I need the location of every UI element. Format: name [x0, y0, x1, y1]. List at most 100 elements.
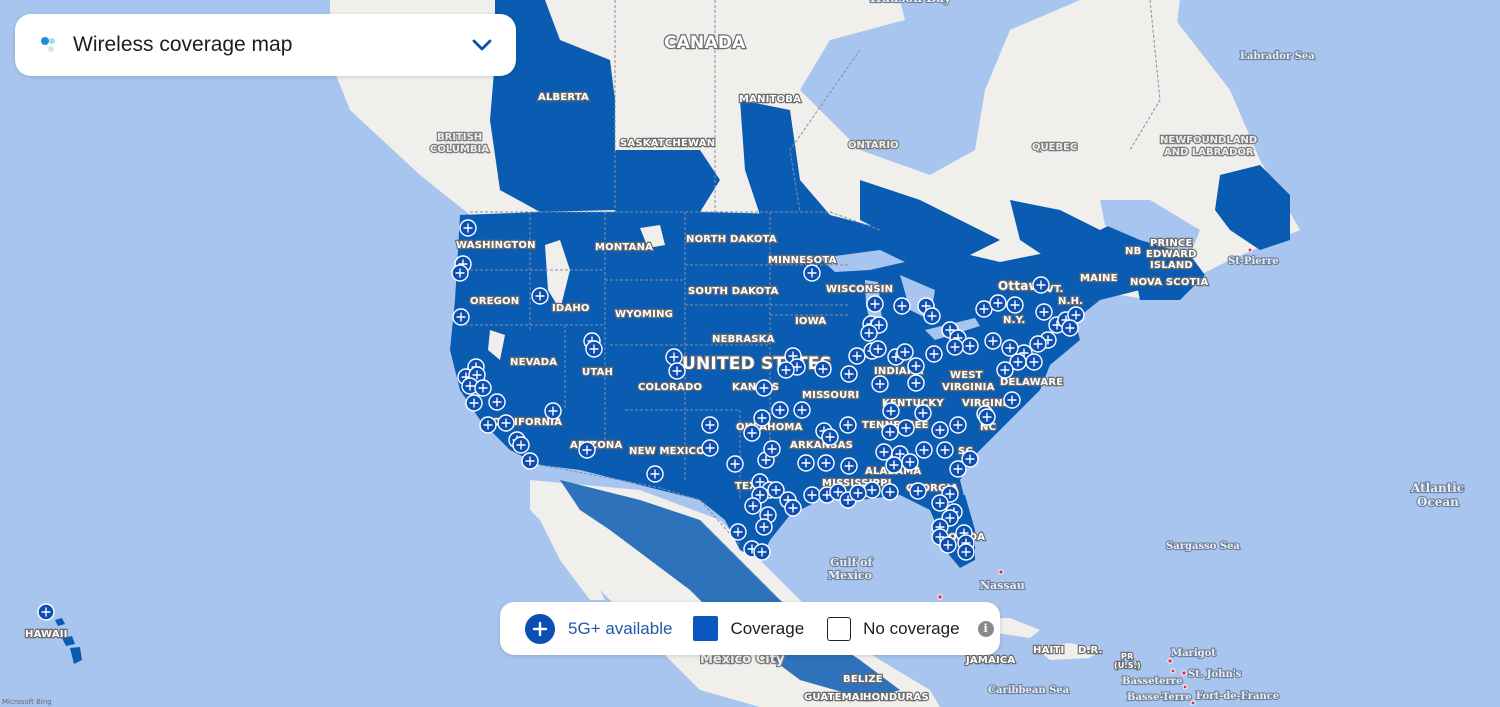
coverage-map-header[interactable]: Wireless coverage map — [15, 14, 516, 76]
5g-marker[interactable] — [726, 455, 744, 473]
5g-marker[interactable] — [848, 347, 866, 365]
5g-marker[interactable] — [931, 494, 949, 512]
chevron-down-icon[interactable] — [470, 33, 494, 57]
5g-marker[interactable] — [479, 416, 497, 434]
5g-marker[interactable] — [896, 343, 914, 361]
label-basse-terre: Basse-Terre — [1127, 692, 1192, 703]
5g-marker[interactable] — [821, 428, 839, 446]
5g-marker[interactable] — [521, 452, 539, 470]
5g-marker[interactable] — [1025, 353, 1043, 371]
plus-circle-icon — [525, 613, 555, 644]
5g-marker[interactable] — [743, 424, 761, 442]
5g-marker[interactable] — [744, 497, 762, 515]
5g-marker[interactable] — [512, 436, 530, 454]
info-icon[interactable]: i — [977, 620, 994, 637]
dots-logo-icon — [39, 34, 61, 56]
5g-marker[interactable] — [931, 421, 949, 439]
5g-marker[interactable] — [909, 482, 927, 500]
5g-marker[interactable] — [957, 543, 975, 561]
5g-marker[interactable] — [585, 340, 603, 358]
5g-marker[interactable] — [996, 361, 1014, 379]
5g-marker[interactable] — [869, 340, 887, 358]
5g-marker[interactable] — [465, 394, 483, 412]
5g-marker[interactable] — [840, 365, 858, 383]
5g-marker[interactable] — [817, 454, 835, 472]
5g-marker[interactable] — [803, 486, 821, 504]
5g-marker[interactable] — [897, 419, 915, 437]
5g-marker[interactable] — [907, 374, 925, 392]
5g-marker[interactable] — [784, 499, 802, 517]
5g-marker[interactable] — [946, 338, 964, 356]
5g-marker[interactable] — [925, 345, 943, 363]
5g-marker[interactable] — [961, 450, 979, 468]
5g-marker[interactable] — [893, 297, 911, 315]
label-pr: PR — [1121, 652, 1133, 661]
5g-marker[interactable] — [37, 603, 55, 621]
5g-marker[interactable] — [939, 536, 957, 554]
5g-marker[interactable] — [978, 408, 996, 426]
5g-marker[interactable] — [701, 439, 719, 457]
5g-marker[interactable] — [885, 456, 903, 474]
5g-marker[interactable] — [1006, 296, 1024, 314]
5g-marker[interactable] — [1003, 391, 1021, 409]
5g-marker[interactable] — [701, 416, 719, 434]
label-british-columbia-2: COLUMBIA — [430, 144, 489, 155]
5g-marker[interactable] — [915, 441, 933, 459]
5g-marker[interactable] — [866, 295, 884, 313]
5g-marker[interactable] — [668, 362, 686, 380]
5g-marker[interactable] — [474, 379, 492, 397]
5g-marker[interactable] — [497, 414, 515, 432]
5g-marker[interactable] — [729, 523, 747, 541]
label-new-mexico: NEW MEXICO — [629, 446, 705, 457]
5g-marker[interactable] — [1029, 335, 1047, 353]
5g-marker[interactable] — [881, 483, 899, 501]
5g-marker[interactable] — [451, 264, 469, 282]
5g-marker[interactable] — [814, 360, 832, 378]
5g-marker[interactable] — [771, 401, 789, 419]
coverage-map[interactable]: Hudson Bay CANADA Labrador Sea ALBERTA M… — [0, 0, 1500, 707]
label-sargasso-sea: Sargasso Sea — [1166, 541, 1240, 552]
label-atlantic-ocean: Atlantic — [1410, 481, 1464, 495]
5g-marker[interactable] — [803, 264, 821, 282]
5g-marker[interactable] — [665, 348, 683, 366]
5g-marker[interactable] — [753, 543, 771, 561]
5g-marker[interactable] — [1035, 303, 1053, 321]
5g-marker[interactable] — [923, 307, 941, 325]
5g-marker[interactable] — [881, 423, 899, 441]
5g-marker[interactable] — [755, 518, 773, 536]
5g-marker[interactable] — [797, 454, 815, 472]
5g-marker[interactable] — [949, 416, 967, 434]
5g-marker[interactable] — [777, 361, 795, 379]
5g-marker[interactable] — [984, 332, 1002, 350]
5g-marker[interactable] — [936, 441, 954, 459]
5g-marker[interactable] — [860, 324, 878, 342]
5g-marker[interactable] — [1001, 339, 1019, 357]
5g-marker[interactable] — [544, 402, 562, 420]
5g-marker[interactable] — [452, 308, 470, 326]
5g-marker[interactable] — [914, 404, 932, 422]
5g-marker[interactable] — [1061, 319, 1079, 337]
5g-marker[interactable] — [839, 416, 857, 434]
5g-marker[interactable] — [1032, 276, 1050, 294]
5g-marker[interactable] — [840, 457, 858, 475]
5g-marker[interactable] — [763, 440, 781, 458]
5g-marker[interactable] — [863, 481, 881, 499]
5g-marker[interactable] — [578, 441, 596, 459]
label-wisconsin: WISCONSIN — [826, 284, 893, 295]
5g-marker[interactable] — [907, 357, 925, 375]
5g-marker[interactable] — [961, 337, 979, 355]
5g-marker[interactable] — [989, 294, 1007, 312]
5g-marker[interactable] — [871, 375, 889, 393]
5g-marker[interactable] — [755, 379, 773, 397]
5g-marker[interactable] — [646, 465, 664, 483]
5g-marker[interactable] — [753, 409, 771, 427]
5g-marker[interactable] — [882, 402, 900, 420]
5g-marker[interactable] — [531, 287, 549, 305]
label-idaho: IDAHO — [552, 303, 590, 314]
5g-marker[interactable] — [793, 401, 811, 419]
5g-marker[interactable] — [849, 484, 867, 502]
label-nh: N.H. — [1058, 296, 1083, 307]
5g-marker[interactable] — [488, 393, 506, 411]
5g-marker[interactable] — [459, 219, 477, 237]
5g-marker[interactable] — [901, 453, 919, 471]
